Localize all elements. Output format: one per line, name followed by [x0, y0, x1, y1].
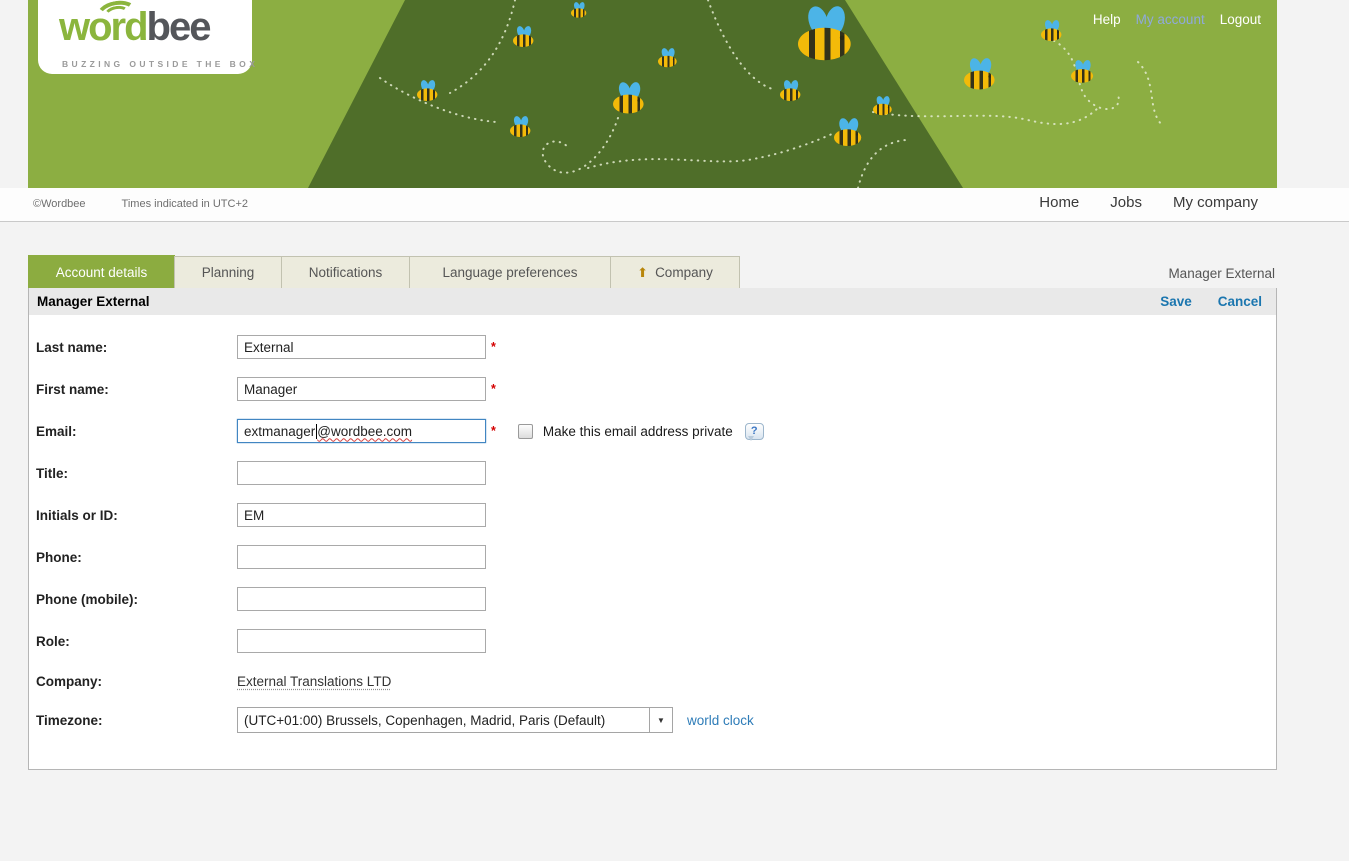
timezone-label: Timezone: [36, 713, 237, 728]
save-button[interactable]: Save [1160, 294, 1192, 309]
timezone-dropdown-button[interactable]: ▼ [649, 708, 672, 732]
account-form: Last name: * First name: * Email: extman… [29, 315, 1276, 733]
logo-bee: bee [147, 5, 210, 49]
logo-tagline: BUZZING OUTSIDE THE BOX [62, 59, 258, 69]
title-field[interactable] [237, 461, 486, 485]
title-row: Title: [36, 461, 1276, 485]
email-label: Email: [36, 424, 237, 439]
cancel-button[interactable]: Cancel [1218, 294, 1262, 309]
tab-language-preferences[interactable]: Language preferences [409, 256, 611, 288]
bee-icon [964, 58, 996, 89]
email-private-checkbox[interactable] [518, 424, 533, 439]
logout-link[interactable]: Logout [1220, 12, 1261, 27]
email-value-after-caret: @wordbee.com [317, 424, 412, 439]
email-row: Email: extmanager@wordbee.com * Make thi… [36, 419, 1276, 443]
company-label: Company: [36, 674, 237, 689]
settings-tabs: Account details Planning Notifications L… [28, 255, 740, 288]
tab-notifications[interactable]: Notifications [281, 256, 410, 288]
account-details-panel: Manager External Save Cancel Last name: … [28, 288, 1277, 770]
help-link[interactable]: Help [1093, 12, 1121, 27]
required-asterisk: * [491, 340, 496, 354]
last-name-label: Last name: [36, 340, 237, 355]
first-name-row: First name: * [36, 377, 1276, 401]
timezone-row: Timezone: (UTC+01:00) Brussels, Copenhag… [36, 707, 1276, 733]
initials-label: Initials or ID: [36, 508, 237, 523]
phone-label: Phone: [36, 550, 237, 565]
company-row: Company: External Translations LTD [36, 671, 1276, 691]
tab-label: Company [655, 265, 713, 280]
chevron-down-icon: ▼ [657, 716, 665, 725]
timezone-selected-value: (UTC+01:00) Brussels, Copenhagen, Madrid… [238, 713, 649, 728]
role-field[interactable] [237, 629, 486, 653]
last-name-field[interactable] [237, 335, 486, 359]
email-field[interactable]: extmanager@wordbee.com [237, 419, 486, 443]
tab-account-details[interactable]: Account details [28, 255, 175, 288]
current-user-reference: Manager External [1168, 266, 1275, 281]
required-asterisk: * [491, 382, 496, 396]
bee-icon [780, 80, 802, 100]
first-name-label: First name: [36, 382, 237, 397]
panel-title: Manager External [37, 294, 150, 309]
nav-my-company[interactable]: My company [1173, 194, 1258, 211]
main-navigation: Home Jobs My company [1039, 194, 1258, 211]
tab-label: Language preferences [442, 265, 577, 280]
initials-field[interactable] [237, 503, 486, 527]
bee-icon [513, 26, 535, 46]
first-name-field[interactable] [237, 377, 486, 401]
timezone-note: Times indicated in UTC+2 [122, 198, 248, 210]
up-arrow-icon: ⬆ [637, 266, 648, 279]
tab-label: Account details [56, 265, 148, 280]
bee-icon [571, 2, 587, 17]
phone-mobile-row: Phone (mobile): [36, 587, 1276, 611]
company-link[interactable]: External Translations LTD [237, 674, 391, 689]
last-name-row: Last name: * [36, 335, 1276, 359]
nav-jobs[interactable]: Jobs [1110, 194, 1142, 211]
tab-label: Notifications [309, 265, 383, 280]
email-private-label: Make this email address private [543, 424, 733, 439]
bee-icon [873, 96, 893, 115]
required-asterisk: * [491, 424, 496, 438]
bee-icon [658, 48, 678, 67]
subnav-meta: ©Wordbee Times indicated in UTC+2 [33, 198, 248, 210]
phone-mobile-field[interactable] [237, 587, 486, 611]
tab-label: Planning [202, 265, 255, 280]
panel-toolbar: Manager External Save Cancel [29, 288, 1276, 315]
bee-icon [613, 82, 645, 113]
bee-icon [1041, 20, 1063, 40]
phone-mobile-label: Phone (mobile): [36, 592, 237, 607]
email-value-before-caret: extmanager [244, 424, 315, 439]
role-row: Role: [36, 629, 1276, 653]
bee-icon [510, 116, 532, 136]
title-label: Title: [36, 466, 237, 481]
tab-planning[interactable]: Planning [174, 256, 282, 288]
tab-company[interactable]: ⬆ Company [610, 256, 740, 288]
my-account-link[interactable]: My account [1136, 12, 1205, 27]
world-clock-link[interactable]: world clock [687, 713, 754, 728]
bee-icon [798, 6, 854, 59]
bee-icon [1071, 60, 1094, 82]
bee-icon [834, 118, 863, 145]
phone-field[interactable] [237, 545, 486, 569]
bee-icon [417, 80, 439, 100]
wordbee-logo[interactable]: wordbee BUZZING OUTSIDE THE BOX [38, 0, 252, 74]
initials-row: Initials or ID: [36, 503, 1276, 527]
timezone-select[interactable]: (UTC+01:00) Brussels, Copenhagen, Madrid… [237, 707, 673, 733]
nav-home[interactable]: Home [1039, 194, 1079, 211]
copyright-text: ©Wordbee [33, 198, 86, 210]
phone-row: Phone: [36, 545, 1276, 569]
account-links: Help My account Logout [1093, 12, 1261, 27]
header-banner: wordbee BUZZING OUTSIDE THE BOX Help My … [28, 0, 1277, 188]
email-private-group: Make this email address private ? [518, 423, 764, 440]
role-label: Role: [36, 634, 237, 649]
toolbar-actions: Save Cancel [1160, 294, 1262, 309]
sub-navigation-bar: ©Wordbee Times indicated in UTC+2 Home J… [0, 188, 1349, 222]
question-bubble-icon[interactable]: ? [745, 423, 764, 440]
